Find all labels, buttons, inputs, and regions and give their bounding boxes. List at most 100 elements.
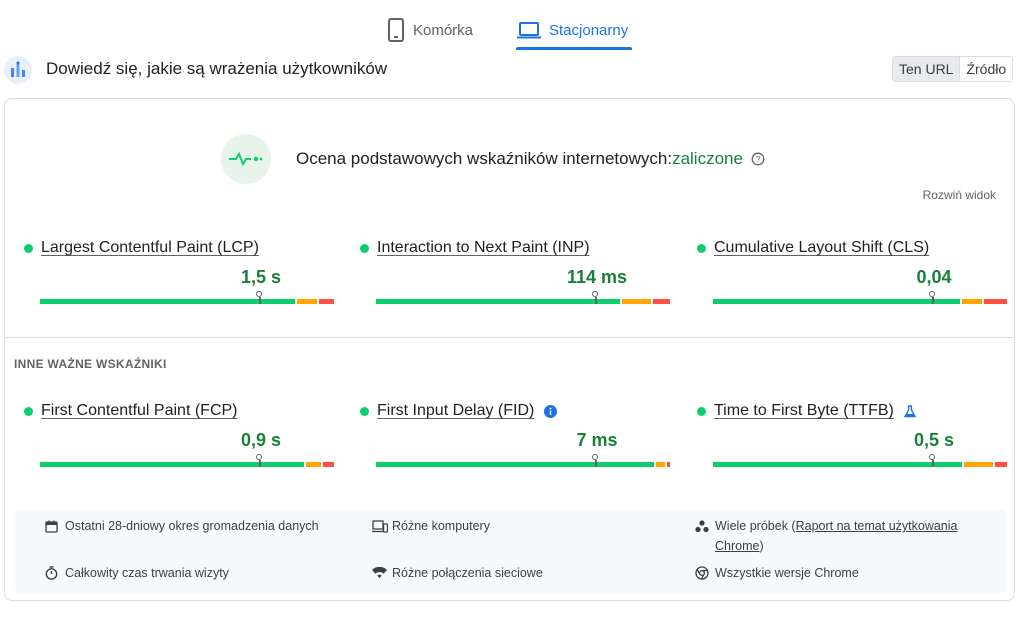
- metric-head: Cumulative Layout Shift (CLS): [697, 237, 929, 259]
- metric-value: 7 ms: [576, 430, 618, 450]
- status-dot: [360, 243, 369, 253]
- status-dot: [697, 406, 706, 416]
- percentile-marker: [256, 291, 262, 304]
- status-dot: [24, 406, 33, 416]
- chrome-icon: [695, 563, 713, 583]
- distribution-segment-ni: [306, 462, 321, 467]
- distribution-segment-good: [713, 299, 960, 304]
- distribution-segment-ni: [656, 462, 665, 467]
- stopwatch-icon: [45, 563, 63, 583]
- active-tab-indicator: [516, 47, 632, 50]
- metric-name[interactable]: Cumulative Layout Shift (CLS): [714, 239, 929, 257]
- metric-value: 114 ms: [566, 267, 628, 287]
- origin-button[interactable]: Źródło: [960, 57, 1013, 81]
- info-network: Różne połączenia sieciowe: [372, 563, 543, 583]
- metric-fcp: First Contentful Paint (FCP) 0,9 s: [24, 400, 334, 480]
- metric-value: 1,5 s: [240, 267, 282, 287]
- help-icon[interactable]: ?: [751, 152, 765, 166]
- metric-fid: First Input Delay (FID) 7 ms: [360, 400, 670, 480]
- field-data-header: Dowiedź się, jakie są wrażenia użytkowni…: [0, 52, 1024, 88]
- info-chrome-versions: Wszystkie wersje Chrome: [695, 563, 859, 583]
- flask-icon[interactable]: [903, 404, 916, 418]
- info-samples: Wiele próbek (Raport na temat użytkowani…: [695, 516, 995, 556]
- expand-view-link[interactable]: Rozwiń widok: [923, 188, 996, 202]
- metric-head: Time to First Byte (TTFB): [697, 400, 916, 422]
- metric-value: 0,5 s: [913, 430, 955, 450]
- distribution-segment-good: [376, 462, 654, 467]
- smartphone-icon: [387, 18, 405, 42]
- metric-head: First Contentful Paint (FCP): [24, 400, 238, 422]
- info-devices: Różne komputery: [372, 516, 490, 536]
- status-dot: [360, 406, 369, 416]
- metric-name[interactable]: Largest Contentful Paint (LCP): [41, 239, 259, 257]
- samples-icon: [695, 516, 713, 536]
- metric-name[interactable]: Time to First Byte (TTFB): [714, 402, 894, 420]
- metrics-card: Ocena podstawowych wskaźników internetow…: [4, 98, 1015, 601]
- tab-desktop-label: Stacjonarny: [549, 21, 629, 39]
- distribution-segment-poor: [323, 462, 334, 467]
- metric-name[interactable]: First Input Delay (FID): [377, 402, 534, 420]
- field-data-title: Dowiedź się, jakie są wrażenia użytkowni…: [46, 59, 388, 78]
- metric-value: 0,04: [916, 267, 952, 287]
- distribution-bar: [40, 454, 334, 467]
- calendar-icon: [45, 516, 63, 536]
- info-period-text: Ostatni 28-dniowy okres gromadzenia dany…: [65, 519, 319, 533]
- distribution-segment-poor: [319, 299, 334, 304]
- info-collection-period: Ostatni 28-dniowy okres gromadzenia dany…: [45, 516, 319, 536]
- metric-cls: Cumulative Layout Shift (CLS) 0,04: [697, 237, 1007, 317]
- metric-inp: Interaction to Next Paint (INP) 114 ms: [360, 237, 670, 317]
- wifi-icon: [372, 563, 390, 583]
- metric-head: Largest Contentful Paint (LCP): [24, 237, 259, 259]
- distribution-bar: [713, 291, 1007, 304]
- info-icon[interactable]: [544, 404, 558, 418]
- percentile-marker: [929, 291, 935, 304]
- device-tabs: Komórka Stacjonarny: [0, 0, 1024, 52]
- info-duration-text: Całkowity czas trwania wizyty: [65, 566, 229, 580]
- distribution-segment-ni: [622, 299, 651, 304]
- distribution-bar: [40, 291, 334, 304]
- pulse-icon: [221, 134, 271, 184]
- distribution-segment-ni: [297, 299, 317, 304]
- metric-value: 0,9 s: [240, 430, 282, 450]
- cwv-assessment-status: zaliczone: [672, 149, 743, 168]
- metric-name[interactable]: Interaction to Next Paint (INP): [377, 239, 590, 257]
- percentile-marker: [256, 454, 262, 467]
- distribution-segment-poor: [653, 299, 670, 304]
- distribution-segment-ni: [964, 462, 993, 467]
- this-url-button[interactable]: Ten URL: [893, 57, 961, 81]
- info-samples-text: Wiele próbek (Raport na temat użytkowani…: [715, 516, 995, 556]
- crux-logo-icon: [4, 56, 32, 84]
- distribution-bar: [376, 291, 670, 304]
- data-info-box: Ostatni 28-dniowy okres gromadzenia dany…: [15, 509, 1006, 593]
- tab-mobile[interactable]: Komórka: [387, 10, 473, 50]
- info-devices-text: Różne komputery: [392, 519, 490, 533]
- cwv-assessment-label: Ocena podstawowych wskaźników internetow…: [296, 149, 673, 168]
- percentile-marker: [929, 454, 935, 467]
- info-samples-prefix: Wiele próbek (: [715, 519, 796, 533]
- info-versions-text: Wszystkie wersje Chrome: [715, 566, 859, 580]
- distribution-segment-ni: [962, 299, 982, 304]
- percentile-marker: [592, 291, 598, 304]
- tab-desktop[interactable]: Stacjonarny: [517, 10, 628, 50]
- cwv-assessment: Ocena podstawowych wskaźników internetow…: [296, 149, 765, 169]
- metric-name[interactable]: First Contentful Paint (FCP): [41, 402, 238, 420]
- metric-head: Interaction to Next Paint (INP): [360, 237, 590, 259]
- distribution-segment-good: [713, 462, 962, 467]
- info-samples-suffix: ): [759, 539, 764, 553]
- metric-head: First Input Delay (FID): [360, 400, 558, 422]
- distribution-bar: [376, 454, 670, 467]
- metric-lcp: Largest Contentful Paint (LCP) 1,5 s: [24, 237, 334, 317]
- status-dot: [697, 243, 706, 253]
- other-metrics-heading: INNE WAŻNE WSKAŹNIKI: [14, 357, 167, 371]
- laptop-icon: [517, 21, 541, 39]
- distribution-segment-good: [40, 462, 304, 467]
- tab-mobile-label: Komórka: [413, 21, 474, 39]
- distribution-segment-poor: [984, 299, 1007, 304]
- distribution-segment-good: [376, 299, 620, 304]
- status-dot: [24, 243, 33, 253]
- percentile-marker: [592, 454, 598, 467]
- info-network-text: Różne połączenia sieciowe: [392, 566, 543, 580]
- metric-ttfb: Time to First Byte (TTFB) 0,5 s: [697, 400, 1007, 480]
- distribution-segment-poor: [667, 462, 670, 467]
- distribution-bar: [713, 454, 1007, 467]
